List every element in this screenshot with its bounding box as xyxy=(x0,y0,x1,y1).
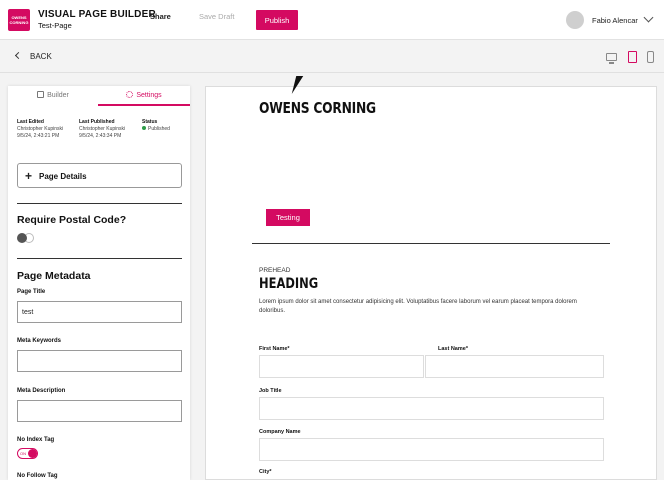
page-details-label: Page Details xyxy=(39,172,87,181)
status-badge: Published xyxy=(142,126,170,133)
sub-bar: BACK xyxy=(0,41,664,73)
city-label: City* xyxy=(259,469,272,475)
status-value: Published xyxy=(148,126,170,132)
body-text: Lorem ipsum dolor sit amet consectetur a… xyxy=(259,299,577,314)
divider xyxy=(17,203,182,204)
top-bar: OWENS CORNING VISUAL PAGE BUILDER Test-P… xyxy=(0,0,664,40)
tablet-view-icon[interactable] xyxy=(628,51,637,63)
owens-corning-logo: OWENS CORNING xyxy=(8,9,30,31)
company-name-label: Company Name xyxy=(259,429,301,435)
no-index-label: No Index Tag xyxy=(17,437,55,443)
avatar[interactable] xyxy=(566,11,584,29)
meta-description-input[interactable] xyxy=(17,400,182,422)
divider xyxy=(17,258,182,259)
page-name: Test-Page xyxy=(38,21,72,30)
tab-settings[interactable]: Settings xyxy=(98,86,190,106)
publish-button[interactable]: Publish xyxy=(256,10,298,30)
meta-keywords-label: Meta Keywords xyxy=(17,338,62,344)
page-title-label: Page Title xyxy=(17,289,46,295)
user-name[interactable]: Fabio Alencar xyxy=(592,16,638,25)
last-name-label: Last Name* xyxy=(438,346,468,352)
page-title-input[interactable] xyxy=(17,301,182,323)
document-icon xyxy=(37,91,45,98)
no-index-toggle[interactable]: ON xyxy=(17,448,38,459)
back-arrow-icon[interactable] xyxy=(14,51,23,60)
app-title: VISUAL PAGE BUILDER xyxy=(38,9,156,20)
company-name-field[interactable] xyxy=(259,438,604,461)
page-details-button[interactable]: + Page Details xyxy=(17,163,182,188)
save-draft-button[interactable]: Save Draft xyxy=(199,12,234,21)
prehead-text: PREHEAD xyxy=(259,267,291,274)
toggle-on-text: ON xyxy=(20,451,26,456)
canvas-divider xyxy=(252,243,610,244)
tab-settings-label: Settings xyxy=(136,92,162,99)
first-name-label: First Name* xyxy=(259,346,290,352)
last-edited-by: Christopher Kupinski xyxy=(17,126,64,132)
settings-panel: Builder Settings Last Edited Christopher… xyxy=(8,86,190,480)
status-dot-icon xyxy=(142,126,146,130)
share-button[interactable]: Share xyxy=(150,12,171,21)
meta-keywords-input[interactable] xyxy=(17,350,182,372)
plus-icon: + xyxy=(25,169,33,183)
toggle-track xyxy=(24,233,34,243)
last-name-field[interactable] xyxy=(425,355,604,378)
tab-builder[interactable]: Builder xyxy=(8,86,98,106)
toggle-knob xyxy=(28,449,37,458)
job-title-field[interactable] xyxy=(259,397,604,420)
mobile-view-icon[interactable] xyxy=(647,51,654,63)
gear-icon xyxy=(126,91,134,98)
logo-text: OWENS CORNING xyxy=(9,15,29,25)
chevron-down-icon[interactable] xyxy=(643,12,654,23)
page-preview-canvas[interactable]: OWENS CORNING Testing PREHEAD HEADING Lo… xyxy=(205,86,657,480)
brand-logo: OWENS CORNING xyxy=(259,99,376,117)
status-label: Status xyxy=(142,119,158,125)
meta-description-label: Meta Description xyxy=(17,388,66,394)
tab-builder-label: Builder xyxy=(47,92,69,99)
job-title-label: Job Title xyxy=(259,388,282,394)
testing-button[interactable]: Testing xyxy=(266,209,310,226)
postal-code-heading: Require Postal Code? xyxy=(17,214,127,226)
heading-text: HEADING xyxy=(259,276,319,292)
metadata-heading: Page Metadata xyxy=(17,270,91,282)
desktop-view-icon[interactable] xyxy=(606,53,617,64)
last-published-label: Last Published xyxy=(79,119,115,125)
last-published-date: 9/5/24, 2:43:34 PM xyxy=(79,133,122,139)
back-button[interactable]: BACK xyxy=(30,52,52,61)
postal-code-toggle[interactable] xyxy=(17,233,37,243)
no-follow-label: No Follow Tag xyxy=(17,473,58,479)
last-edited-label: Last Edited xyxy=(17,119,44,125)
last-published-by: Christopher Kupinski xyxy=(79,126,126,132)
last-edited-date: 9/5/24, 2:43:21 PM xyxy=(17,133,60,139)
first-name-field[interactable] xyxy=(259,355,424,378)
